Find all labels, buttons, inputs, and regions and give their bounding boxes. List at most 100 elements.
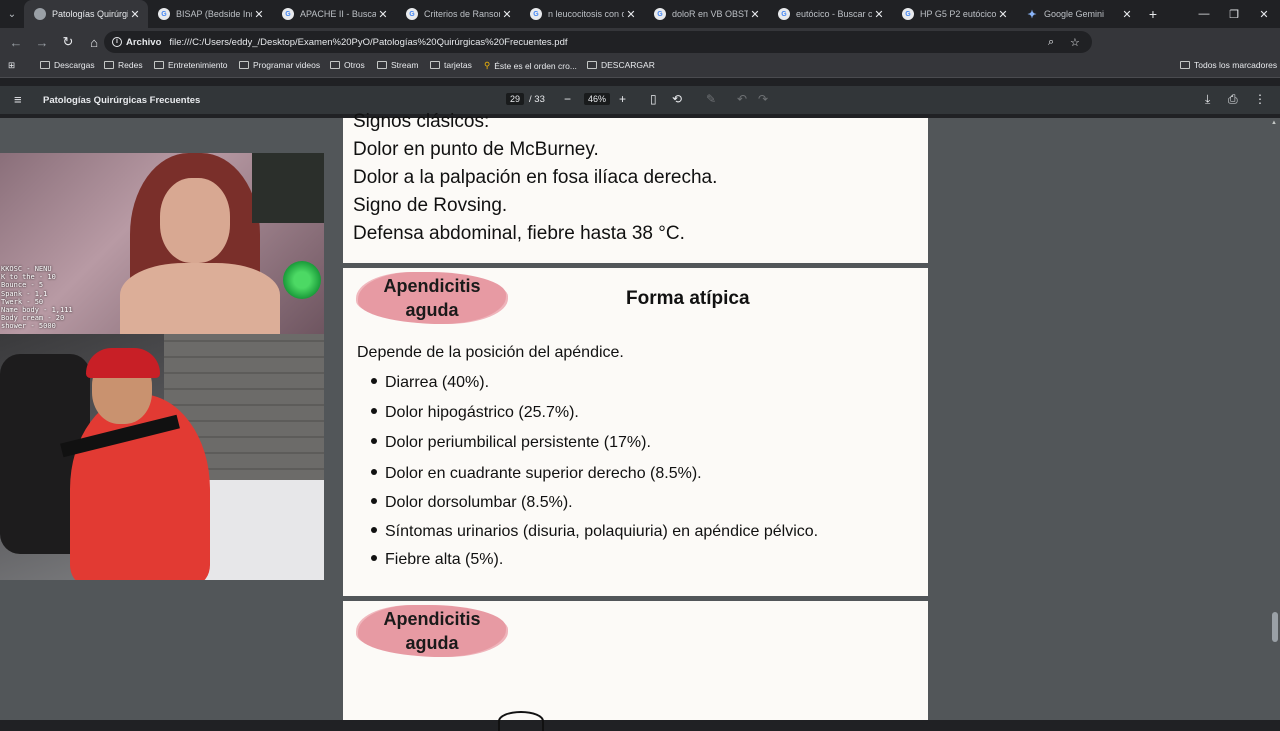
reload-button[interactable]: ↻ xyxy=(56,30,80,54)
list-item: Dolor periumbilical persistente (17%). xyxy=(371,434,651,452)
close-icon[interactable]: ✕ xyxy=(252,8,266,21)
back-button[interactable]: ← xyxy=(4,30,28,54)
forward-button[interactable]: → xyxy=(30,30,54,54)
tab-6[interactable]: Geutócico - Buscar con✕ xyxy=(768,0,892,28)
bookmark-descargas[interactable]: Descargas xyxy=(40,60,95,70)
tab-5[interactable]: GdoloR en VB OBSTETI✕ xyxy=(644,0,768,28)
tab-0[interactable]: Patologías Quirúrgicas✕ xyxy=(24,0,148,28)
google-icon: G xyxy=(282,8,294,20)
pdf-toolbar: ≡ Patologías Quirúrgicas Frecuentes 29 /… xyxy=(0,86,1280,114)
redo-icon[interactable]: ↷ xyxy=(758,92,768,106)
folder-icon xyxy=(154,61,164,69)
google-icon: G xyxy=(158,8,170,20)
google-icon: G xyxy=(530,8,542,20)
print-icon[interactable]: ⎙ xyxy=(1228,92,1238,107)
more-options-icon[interactable]: ⋮ xyxy=(1254,92,1266,106)
close-icon[interactable]: ✕ xyxy=(376,8,390,21)
tab-4[interactable]: Gn leucocitosis con de ✕ xyxy=(520,0,644,28)
google-icon: G xyxy=(654,8,666,20)
tab-1[interactable]: GBISAP (Bedside Index✕ xyxy=(148,0,272,28)
folder-icon xyxy=(104,61,114,69)
intro-text: Depende de la posición del apéndice. xyxy=(357,344,624,361)
close-icon[interactable]: ✕ xyxy=(1120,8,1134,21)
pdf-viewer[interactable]: Signos clásicos: Dolor en punto de McBur… xyxy=(0,111,1280,731)
info-icon: i xyxy=(112,37,122,47)
bookmark-page-icon: ⚲ xyxy=(484,60,491,70)
list-item: Fiebre alta (5%). xyxy=(371,551,503,569)
minimize-button[interactable]: — xyxy=(1188,0,1220,28)
all-bookmarks-button[interactable]: Todos los marcadores xyxy=(1180,60,1277,70)
page-text-line: Dolor a la palpación en fosa ilíaca dere… xyxy=(353,167,718,188)
scroll-up-arrow-icon[interactable]: ▲ xyxy=(1271,120,1277,126)
bullet-icon xyxy=(371,438,377,444)
vertical-scrollbar[interactable]: ▲ xyxy=(1270,118,1280,720)
close-icon[interactable]: ✕ xyxy=(128,8,142,21)
bookmarks-bar: ⊞ Descargas Redes Entretenimiento Progra… xyxy=(0,56,1280,78)
home-button[interactable]: ⌂ xyxy=(82,30,106,54)
webcam-overlay-bottom xyxy=(0,334,324,580)
list-item: Dolor hipogástrico (25.7%). xyxy=(371,404,579,422)
page-number-input[interactable]: 29 xyxy=(506,93,525,105)
section-subtitle: Forma atípica xyxy=(626,288,750,309)
bookmark-entretenimiento[interactable]: Entretenimiento xyxy=(154,60,228,70)
undo-icon[interactable]: ↶ xyxy=(737,92,747,106)
tab-2[interactable]: GAPACHE II - Buscar co✕ xyxy=(272,0,396,28)
webcam-figure xyxy=(120,263,280,334)
bookmark-otros[interactable]: Otros xyxy=(330,60,365,70)
webcam-figure xyxy=(70,394,210,580)
pdf-page-29: Apendicitis aguda Forma atípica Depende … xyxy=(343,268,928,596)
url-text[interactable]: file:///C:/Users/eddy_/Desktop/Examen%20… xyxy=(169,37,567,48)
new-tab-button[interactable]: + xyxy=(1140,6,1166,22)
bullet-icon xyxy=(371,498,377,504)
bookmark-orden-cronologico[interactable]: ⚲ Éste es el orden cro... xyxy=(484,60,577,71)
folder-icon xyxy=(330,61,340,69)
browser-toolbar: ← → ↻ ⌂ i Archivo file:///C:/Users/eddy_/… xyxy=(0,28,1280,76)
zoom-icon[interactable]: ⌕ xyxy=(1048,31,1054,53)
bookmark-star-icon[interactable]: ☆ xyxy=(1070,31,1080,53)
pdf-page-30: Apendicitis aguda xyxy=(343,601,928,731)
zoom-in-button[interactable]: + xyxy=(619,92,626,106)
webcam-monitor xyxy=(252,153,324,223)
folder-icon xyxy=(239,61,249,69)
tab-3[interactable]: G Criterios de Ranson ✕ xyxy=(396,0,520,28)
close-icon[interactable]: ✕ xyxy=(996,8,1010,21)
list-item: Diarrea (40%). xyxy=(371,374,489,392)
bookmark-redes[interactable]: Redes xyxy=(104,60,143,70)
zoom-out-button[interactable]: − xyxy=(564,92,571,106)
close-icon[interactable]: ✕ xyxy=(500,8,514,21)
stream-menu-overlay: KKOSC - NENU K to the - 10 Bounce - 5 Sp… xyxy=(1,265,73,331)
close-icon[interactable]: ✕ xyxy=(624,8,638,21)
site-info-chip[interactable]: i Archivo xyxy=(112,37,161,48)
download-icon[interactable]: ⤓ xyxy=(1205,92,1210,107)
google-icon: G xyxy=(902,8,914,20)
bookmark-stream[interactable]: Stream xyxy=(377,60,418,70)
webcam-overlay-top: KKOSC - NENU K to the - 10 Bounce - 5 Sp… xyxy=(0,153,324,334)
bookmark-programar-videos[interactable]: Programar videos xyxy=(239,60,320,70)
folder-icon xyxy=(430,61,440,69)
address-bar[interactable]: i Archivo file:///C:/Users/eddy_/Desktop/… xyxy=(104,31,1092,53)
bullet-icon xyxy=(371,555,377,561)
close-window-button[interactable]: ✕ xyxy=(1248,0,1280,28)
badge-title: Apendicitis aguda xyxy=(383,609,481,653)
pdf-title: Patologías Quirúrgicas Frecuentes xyxy=(43,95,201,106)
sidebar-menu-icon[interactable]: ≡ xyxy=(14,92,22,107)
pdf-file-icon xyxy=(34,8,46,20)
apps-grid-icon[interactable]: ⊞ xyxy=(8,60,15,71)
restore-button[interactable]: ❐ xyxy=(1218,0,1250,28)
bookmark-descargar[interactable]: DESCARGAR xyxy=(587,60,655,70)
folder-icon xyxy=(587,61,597,69)
close-icon[interactable]: ✕ xyxy=(872,8,886,21)
annotate-pen-icon[interactable]: ✎ xyxy=(706,92,716,106)
close-icon[interactable]: ✕ xyxy=(748,8,762,21)
fit-page-icon[interactable]: ▯ xyxy=(650,92,657,106)
bookmark-tarjetas[interactable]: tarjetas xyxy=(430,60,472,70)
tab-8[interactable]: ✦ Google Gemini ✕ xyxy=(1016,0,1140,28)
tab-search-icon[interactable]: ⌄ xyxy=(0,0,24,28)
page-text-line: Signos clásicos: xyxy=(353,111,490,132)
scrollbar-thumb[interactable] xyxy=(1272,612,1278,642)
rotate-icon[interactable]: ⟲ xyxy=(672,92,682,106)
pdf-page-28: Signos clásicos: Dolor en punto de McBur… xyxy=(343,111,928,263)
bullet-icon xyxy=(371,527,377,533)
zoom-level-input[interactable]: 46% xyxy=(584,93,611,105)
tab-7[interactable]: GHP G5 P2 eutócicos /✕ xyxy=(892,0,1016,28)
